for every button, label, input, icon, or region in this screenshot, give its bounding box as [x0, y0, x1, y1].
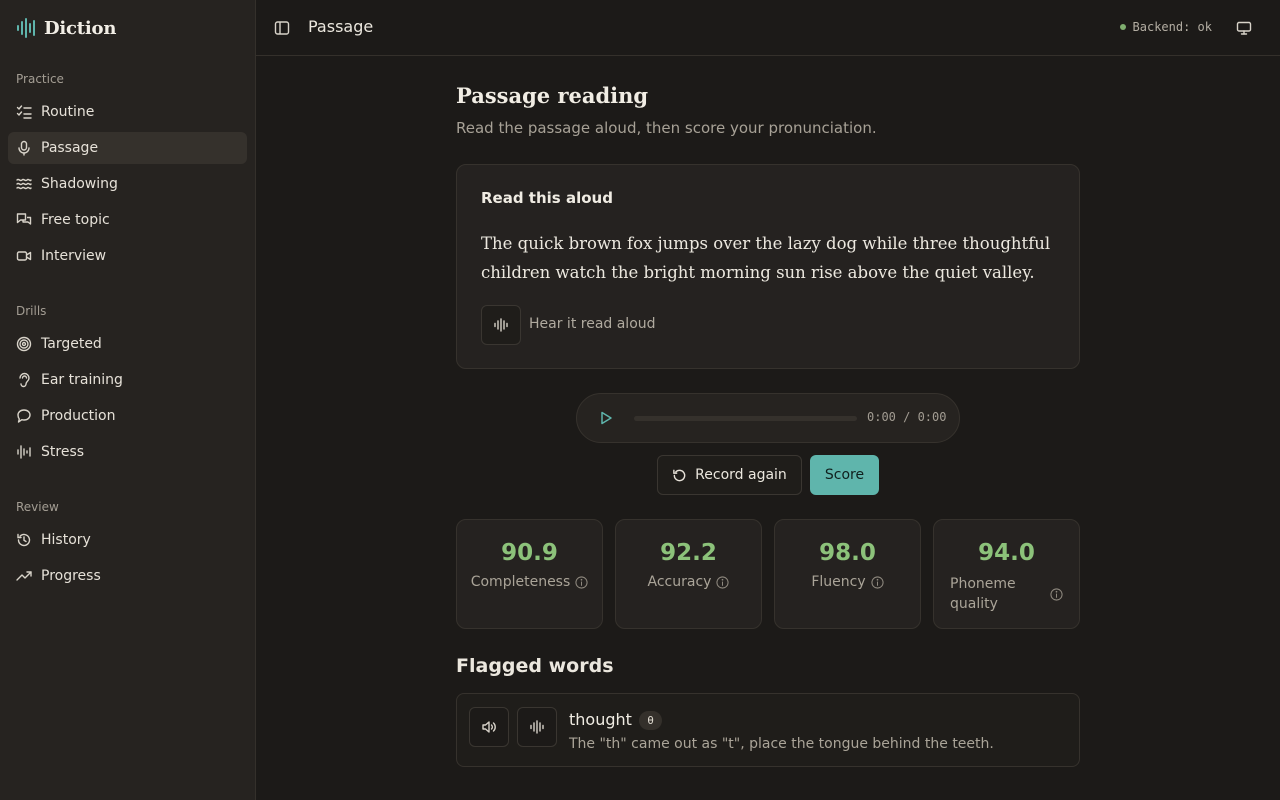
- checklist-icon: [16, 104, 32, 120]
- sidebar-item-label: History: [41, 532, 91, 548]
- page-breadcrumb: Passage: [308, 17, 374, 36]
- info-icon[interactable]: [575, 575, 588, 589]
- top-bar: Passage Backend: ok: [256, 0, 1280, 56]
- audio-player: 0:00 / 0:00: [576, 393, 960, 443]
- info-icon[interactable]: [716, 575, 730, 589]
- play-icon[interactable]: [597, 409, 615, 427]
- sidebar-item-history[interactable]: History: [8, 524, 247, 556]
- history-icon: [16, 532, 32, 548]
- metric-card-fluency: 98.0 Fluency: [774, 519, 921, 629]
- backend-status-label: Backend: ok: [1132, 20, 1212, 34]
- hear-aloud-button[interactable]: [481, 305, 521, 345]
- compare-waveform-button[interactable]: [517, 707, 557, 747]
- passage-card: Read this aloud The quick brown fox jump…: [456, 164, 1080, 369]
- microphone-icon: [16, 140, 32, 156]
- speech-bubble-icon: [16, 408, 32, 424]
- sidebar-item-label: Shadowing: [41, 176, 118, 192]
- sidebar-item-shadowing[interactable]: Shadowing: [8, 168, 247, 200]
- nav-group-drills: Drills: [16, 304, 47, 318]
- metric-card-completeness: 90.9 Completeness: [456, 519, 603, 629]
- info-icon[interactable]: [871, 575, 884, 589]
- sidebar-item-label: Stress: [41, 444, 85, 460]
- sidebar-item-label: Progress: [41, 568, 101, 584]
- metric-value: 98.0: [819, 540, 876, 566]
- sidebar-item-label: Production: [41, 408, 116, 424]
- metric-value: 92.2: [660, 540, 717, 566]
- app-name: Diction: [44, 17, 117, 39]
- waveform-logo-icon: [16, 18, 38, 38]
- waveform-icon: [493, 318, 509, 332]
- brand[interactable]: Diction: [16, 15, 116, 41]
- flagged-word-hint: The "th" came out as "t", place the tong…: [569, 736, 994, 752]
- flagged-words-title: Flagged words: [456, 655, 614, 677]
- sidebar-item-label: Ear training: [41, 372, 123, 388]
- waveform-icon: [529, 720, 545, 734]
- monitor-icon: [1236, 20, 1252, 36]
- sidebar-item-production[interactable]: Production: [8, 400, 247, 432]
- phoneme-badge: θ: [639, 711, 662, 730]
- target-icon: [16, 336, 32, 352]
- metric-label: Completeness: [470, 574, 571, 590]
- speaker-icon: [481, 719, 497, 735]
- metric-card-accuracy: 92.2 Accuracy: [615, 519, 762, 629]
- metric-label: Fluency: [811, 574, 866, 590]
- sidebar-item-targeted[interactable]: Targeted: [8, 328, 247, 360]
- page-title: Passage reading: [456, 83, 649, 108]
- card-heading: Read this aloud: [481, 189, 613, 207]
- time-readout: 0:00 / 0:00: [867, 410, 947, 424]
- waves-icon: [16, 176, 32, 192]
- sidebar-item-ear-training[interactable]: Ear training: [8, 364, 247, 396]
- sidebar-item-interview[interactable]: Interview: [8, 240, 247, 272]
- metric-label-row: Accuracy: [616, 574, 761, 590]
- sidebar-item-progress[interactable]: Progress: [8, 560, 247, 592]
- flagged-word-item: thought θ The "th" came out as "t", plac…: [456, 693, 1080, 767]
- audio-progress-bar[interactable]: [634, 416, 857, 421]
- info-icon[interactable]: [1050, 587, 1063, 601]
- nav-group-practice: Practice: [16, 72, 64, 86]
- metric-label-row: Completeness: [457, 574, 602, 590]
- page-subtitle: Read the passage aloud, then score your …: [456, 119, 877, 137]
- ear-icon: [16, 372, 32, 388]
- nav-group-review: Review: [16, 500, 59, 514]
- metric-label-row: Fluency: [775, 574, 920, 590]
- stress-wave-icon: [16, 444, 32, 460]
- record-again-label: Record again: [695, 467, 787, 483]
- sidebar-item-label: Targeted: [41, 336, 102, 352]
- metric-label: Accuracy: [647, 574, 712, 590]
- flagged-word: thought: [569, 710, 632, 729]
- sidebar-item-label: Routine: [41, 104, 95, 120]
- metric-label: Phoneme quality: [950, 576, 1016, 612]
- hear-aloud-label: Hear it read aloud: [529, 316, 656, 332]
- sidebar-item-free-topic[interactable]: Free topic: [8, 204, 247, 236]
- trending-up-icon: [16, 568, 32, 584]
- metric-card-phoneme-quality: 94.0 Phoneme quality: [933, 519, 1080, 629]
- chat-bubbles-icon: [16, 212, 32, 228]
- sidebar-item-label: Free topic: [41, 212, 110, 228]
- video-camera-icon: [16, 248, 32, 264]
- sidebar-item-routine[interactable]: Routine: [8, 96, 247, 128]
- metric-value: 94.0: [978, 540, 1035, 566]
- sidebar-item-label: Passage: [41, 140, 99, 156]
- metric-value: 90.9: [501, 540, 558, 566]
- rotate-ccw-icon: [672, 468, 687, 483]
- sidebar-item-stress[interactable]: Stress: [8, 436, 247, 468]
- sidebar-item-label: Interview: [41, 248, 107, 264]
- play-word-button[interactable]: [469, 707, 509, 747]
- status-dot: [1119, 24, 1126, 30]
- sidebar: Diction Practice Routine Passage Shadowi…: [0, 0, 256, 800]
- backend-status: Backend: ok: [1119, 20, 1212, 34]
- metric-label-row: Phoneme quality: [934, 574, 1079, 614]
- score-button[interactable]: Score: [810, 455, 879, 495]
- passage-text: The quick brown fox jumps over the lazy …: [481, 234, 1051, 282]
- display-mode-button[interactable]: [1234, 18, 1254, 38]
- sidebar-item-passage[interactable]: Passage: [8, 132, 247, 164]
- sidebar-toggle-icon[interactable]: [272, 18, 292, 38]
- record-again-button[interactable]: Record again: [657, 455, 802, 495]
